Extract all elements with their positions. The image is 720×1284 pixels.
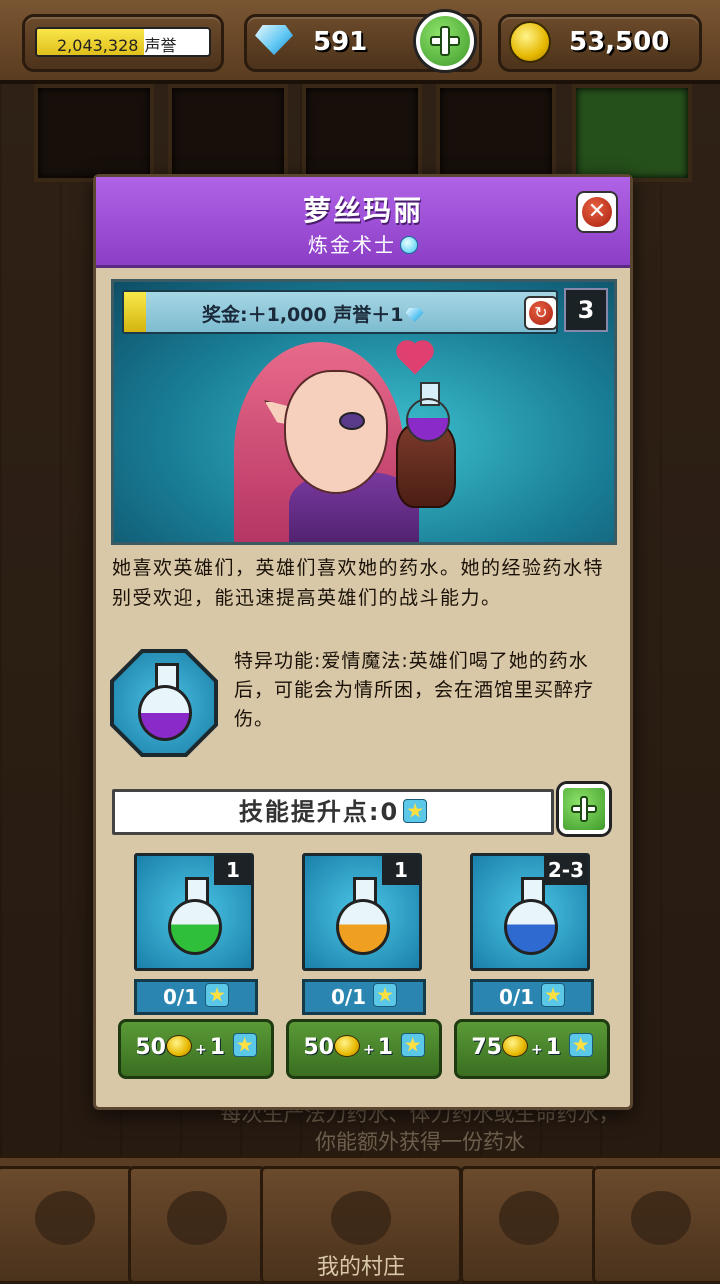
close-icon: ✕ [582, 197, 612, 227]
reputation-bar: 2,043,328 声誉 [35, 27, 211, 57]
gold-coin-icon [165, 1035, 192, 1057]
reputation-label: 声誉 [144, 36, 177, 55]
bonus-bar: 奖金:＋1,000 声誉＋1 ↻ [122, 290, 558, 334]
people-icon [167, 1191, 227, 1245]
star-icon [373, 983, 398, 1007]
upgrade-skill-button[interactable]: 50 +1 [286, 1019, 442, 1079]
bottom-navigation: 我的村庄 [0, 1155, 720, 1284]
skill-level: 1 [382, 855, 420, 885]
skill-progress: 0/1 [162, 985, 199, 1009]
nav-tab-heroes[interactable] [128, 1166, 266, 1284]
chest-icon [499, 1191, 559, 1245]
upgrade-skill-button[interactable]: 75 +1 [454, 1019, 610, 1079]
nav-tab-chest[interactable] [460, 1166, 598, 1284]
skill-card-green-potion[interactable]: 1 [134, 853, 254, 971]
star-icon [205, 983, 230, 1007]
gold-count: 53,500 [569, 27, 670, 57]
star-icon [541, 983, 566, 1007]
diamond-icon [405, 308, 424, 322]
special-ability-text: 特异功能:爱情魔法:英雄们喝了她的药水后，可能会为情所困，会在酒馆里买醉疗伤。 [234, 650, 595, 730]
nav-tab-achievements[interactable] [592, 1166, 720, 1284]
skill-card-orange-potion[interactable]: 1 [302, 853, 422, 971]
skill-points-field: 技能提升点:0 [112, 789, 554, 835]
skill-points-label: 技能提升点:0 [238, 798, 400, 826]
rarity-gem-icon [400, 236, 418, 254]
house-icon [331, 1191, 391, 1245]
star-icon [568, 1033, 593, 1057]
medal-icon [631, 1191, 691, 1245]
nav-tab-gems[interactable] [0, 1166, 134, 1284]
portrait-potion [406, 382, 450, 442]
skill-level: 1 [214, 855, 252, 885]
diamond-icon [255, 25, 293, 55]
skill-level: 2-3 [543, 855, 588, 885]
bonus-progress-fill [124, 292, 146, 332]
skill-progress: 0/1 [330, 985, 367, 1009]
gold-pill: 53,500 [498, 14, 702, 72]
character-portrait: 奖金:＋1,000 声誉＋1 ↻ 3 [111, 279, 617, 545]
close-button[interactable]: ✕ [576, 191, 618, 233]
love-potion-icon [138, 663, 192, 741]
heart-icon [399, 343, 431, 375]
star-icon [232, 1033, 257, 1057]
refresh-icon: ↻ [529, 301, 553, 325]
character-dialog: 萝丝玛丽 炼金术士 ✕ 奖金:＋1,000 声誉＋1 ↻ 3 她喜欢英雄们，英雄… [93, 174, 633, 1110]
star-icon [400, 1033, 425, 1057]
dialog-header: 萝丝玛丽 炼金术士 ✕ [96, 177, 630, 268]
gems-count: 591 [313, 27, 368, 57]
skill-progress: 0/1 [498, 985, 535, 1009]
upgrade-skill-button[interactable]: 50 +1 [118, 1019, 274, 1079]
character-name: 萝丝玛丽 [302, 194, 423, 227]
character-level: 3 [564, 288, 608, 332]
diamond-icon [35, 1191, 95, 1245]
character-class: 炼金术士 [308, 233, 396, 257]
star-icon [403, 799, 428, 823]
portrait-face [284, 370, 388, 494]
special-ability-icon [110, 649, 218, 757]
green-potion-icon [168, 877, 222, 955]
orange-potion-icon [336, 877, 390, 955]
nav-tab-village[interactable]: 我的村庄 [260, 1166, 462, 1284]
gold-coin-icon [333, 1035, 360, 1057]
bonus-text: 奖金:＋1,000 声誉＋1 [202, 304, 404, 326]
gold-coin-icon [501, 1035, 528, 1057]
refresh-button[interactable]: ↻ [524, 296, 558, 330]
gold-coin-icon [509, 21, 551, 63]
character-description: 她喜欢英雄们，英雄们喜欢她的药水。她的经验药水特别受欢迎，能迅速提高英雄们的战斗… [112, 557, 605, 609]
add-skill-points-button[interactable] [559, 784, 609, 834]
nav-village-label: 我的村庄 [316, 1255, 405, 1280]
blue-potion-icon [504, 877, 558, 955]
portrait-eye [339, 412, 365, 430]
reputation-value: 2,043,328 [57, 36, 139, 55]
skill-card-blue-potion[interactable]: 2-3 [470, 853, 590, 971]
top-resource-bar: 2,043,328 声誉 591 53,500 [0, 0, 720, 84]
reputation-pill: 2,043,328 声誉 [22, 14, 224, 72]
buy-gems-button[interactable] [416, 12, 474, 70]
